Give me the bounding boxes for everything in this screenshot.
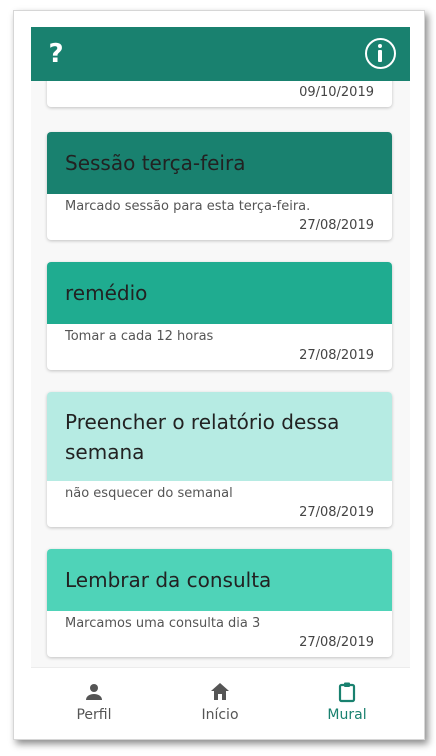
clipboard-icon (338, 682, 356, 703)
app-window: 09/10/2019 Sessão terça-feira Marcado se… (13, 10, 425, 740)
card-description: Marcado sessão para esta terça-feira. (65, 199, 311, 214)
card-date: 09/10/2019 (299, 85, 374, 100)
nav-item-mural[interactable]: Mural (284, 668, 410, 739)
app-bar: ? (31, 27, 410, 81)
app-screen: 09/10/2019 Sessão terça-feira Marcado se… (31, 27, 410, 739)
nav-label: Mural (327, 707, 367, 723)
nav-label: Início (201, 707, 239, 723)
mural-feed[interactable]: 09/10/2019 Sessão terça-feira Marcado se… (31, 27, 410, 667)
card-body: Tomar a cada 12 horas 27/08/2019 (47, 324, 392, 363)
bottom-navigation: Perfil Início Mural (31, 667, 410, 739)
note-card[interactable]: Preencher o relatório dessa semana não e… (47, 392, 392, 527)
card-title: Lembrar da consulta (65, 568, 272, 592)
card-description: não esquecer do semanal (65, 486, 233, 501)
card-header: remédio (47, 262, 392, 324)
card-body: Marcado sessão para esta terça-feira. 27… (47, 194, 392, 233)
card-date: 27/08/2019 (299, 348, 374, 363)
card-date: 27/08/2019 (299, 218, 374, 233)
card-title: Sessão terça-feira (65, 151, 246, 175)
info-dot (378, 44, 382, 48)
card-description: Tomar a cada 12 horas (65, 329, 214, 344)
card-header: Preencher o relatório dessa semana (47, 392, 392, 481)
nav-item-perfil[interactable]: Perfil (31, 668, 157, 739)
card-date: 27/08/2019 (299, 635, 374, 650)
help-button[interactable]: ? (43, 36, 69, 72)
card-title: remédio (65, 281, 148, 305)
home-icon (211, 683, 229, 700)
card-header: Sessão terça-feira (47, 132, 392, 194)
card-header: Lembrar da consulta (47, 549, 392, 611)
person-icon (86, 684, 102, 700)
note-card[interactable]: Lembrar da consulta Marcamos uma consult… (47, 549, 392, 657)
info-icon[interactable] (365, 38, 396, 69)
nav-label: Perfil (76, 707, 112, 723)
note-card[interactable]: remédio Tomar a cada 12 horas 27/08/2019 (47, 262, 392, 370)
info-bar (378, 50, 382, 62)
note-card[interactable]: Sessão terça-feira Marcado sessão para e… (47, 132, 392, 240)
card-date: 27/08/2019 (299, 505, 374, 520)
nav-item-inicio[interactable]: Início (157, 668, 283, 739)
card-description: Marcamos uma consulta dia 3 (65, 616, 261, 631)
card-body: não esquecer do semanal 27/08/2019 (47, 481, 392, 520)
card-body: Marcamos uma consulta dia 3 27/08/2019 (47, 611, 392, 650)
card-title: Preencher o relatório dessa semana (65, 409, 340, 464)
